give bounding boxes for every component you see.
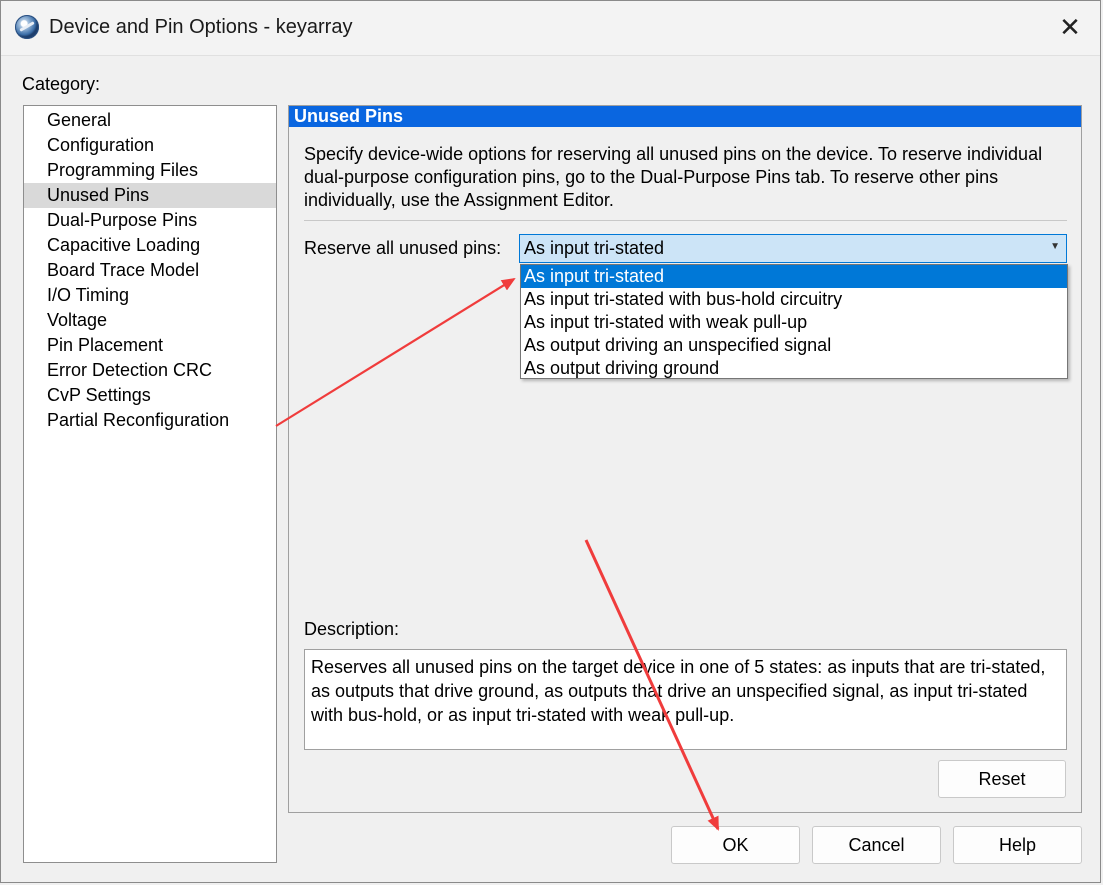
category-item-pin-placement[interactable]: Pin Placement	[24, 333, 276, 358]
category-item-voltage[interactable]: Voltage	[24, 308, 276, 333]
panel-divider	[304, 220, 1067, 221]
description-box: Reserves all unused pins on the target d…	[304, 649, 1067, 750]
category-item-unused-pins[interactable]: Unused Pins	[24, 183, 276, 208]
chevron-down-icon[interactable]: ▼	[1050, 241, 1060, 252]
category-list: General Configuration Programming Files …	[23, 105, 277, 863]
reset-button[interactable]: Reset	[938, 760, 1066, 798]
category-item-programming-files[interactable]: Programming Files	[24, 158, 276, 183]
category-item-general[interactable]: General	[24, 108, 276, 133]
title-bar[interactable]: Device and Pin Options - keyarray ✕	[1, 1, 1100, 56]
window-title: Device and Pin Options - keyarray	[49, 16, 353, 38]
cancel-button[interactable]: Cancel	[812, 826, 941, 864]
dialog-window: Device and Pin Options - keyarray ✕ Cate…	[0, 0, 1101, 883]
dropdown-option-input-tri-stated[interactable]: As input tri-stated	[521, 265, 1067, 288]
description-label: Description:	[304, 619, 400, 639]
panel-intro-text: Specify device-wide options for reservin…	[304, 144, 1043, 210]
dropdown-option-output-unspecified[interactable]: As output driving an unspecified signal	[521, 334, 1067, 357]
dropdown-option-bus-hold[interactable]: As input tri-stated with bus-hold circui…	[521, 288, 1067, 311]
category-item-io-timing[interactable]: I/O Timing	[24, 283, 276, 308]
reserve-unused-pins-label: Reserve all unused pins:	[304, 238, 502, 258]
reserve-unused-pins-combobox[interactable]: As input tri-stated ▼	[519, 234, 1067, 263]
panel-header: Unused Pins	[289, 106, 1081, 127]
category-item-partial-reconfiguration[interactable]: Partial Reconfiguration	[24, 408, 276, 433]
quartus-app-icon	[15, 15, 39, 39]
options-panel: Unused Pins Specify device-wide options …	[288, 105, 1082, 813]
category-item-cvp-settings[interactable]: CvP Settings	[24, 383, 276, 408]
ok-button[interactable]: OK	[671, 826, 800, 864]
close-button[interactable]: ✕	[1054, 11, 1086, 43]
dropdown-option-output-ground[interactable]: As output driving ground	[521, 357, 1067, 380]
combobox-value: As input tri-stated	[524, 238, 665, 258]
reserve-options-dropdown: As input tri-stated As input tri-stated …	[520, 264, 1068, 379]
dropdown-option-weak-pull-up[interactable]: As input tri-stated with weak pull-up	[521, 311, 1067, 334]
help-button[interactable]: Help	[953, 826, 1082, 864]
category-item-capacitive-loading[interactable]: Capacitive Loading	[24, 233, 276, 258]
category-item-dual-purpose-pins[interactable]: Dual-Purpose Pins	[24, 208, 276, 233]
category-item-error-detection-crc[interactable]: Error Detection CRC	[24, 358, 276, 383]
category-item-configuration[interactable]: Configuration	[24, 133, 276, 158]
category-item-board-trace-model[interactable]: Board Trace Model	[24, 258, 276, 283]
category-label: Category:	[22, 74, 101, 94]
